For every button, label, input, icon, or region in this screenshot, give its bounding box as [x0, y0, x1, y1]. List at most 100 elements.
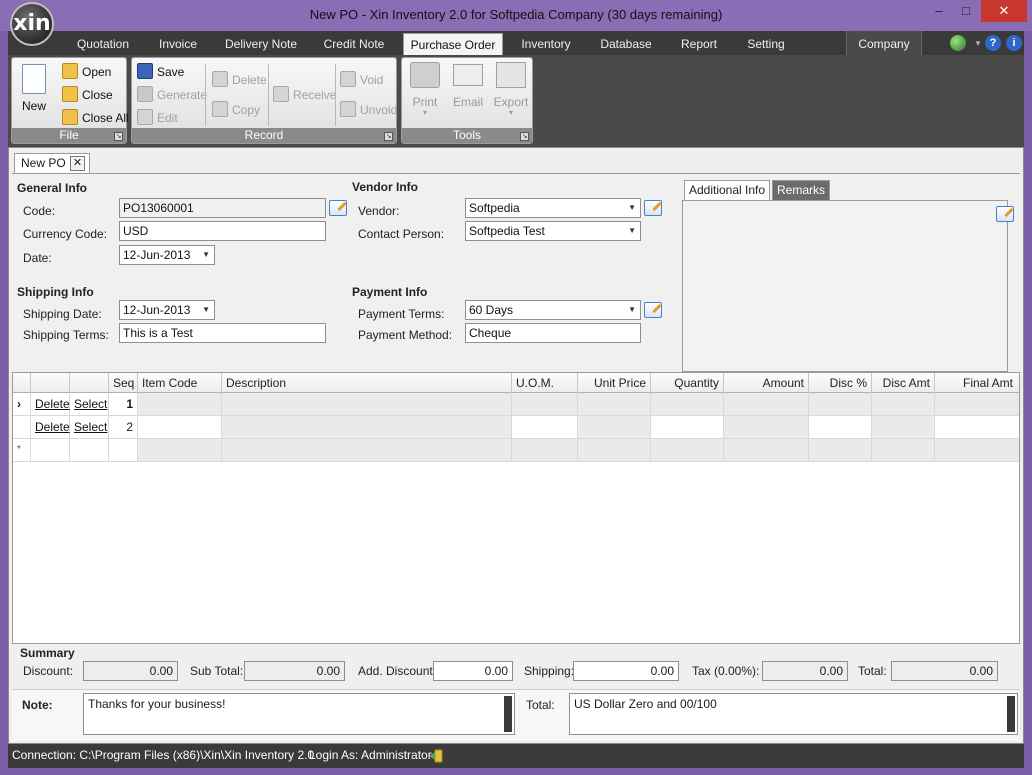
chevron-down-icon[interactable]: ▼ [628, 222, 636, 240]
grid-header-disc-amt[interactable]: Disc Amt [872, 373, 935, 393]
chevron-down-icon[interactable]: ▼ [202, 301, 210, 319]
code-field[interactable]: PO13060001 [119, 198, 326, 218]
save-button[interactable]: Save [137, 62, 184, 82]
row-description-cell[interactable] [222, 393, 512, 415]
row-disc-pct-cell[interactable] [809, 416, 872, 438]
copy-button[interactable]: Copy [212, 100, 260, 120]
tab-setting[interactable]: Setting [738, 31, 794, 55]
maximize-button[interactable]: □ [953, 0, 979, 22]
grid-header-seq[interactable]: Seq [109, 373, 138, 393]
vendor-edit-icon[interactable] [644, 200, 662, 216]
close-icon[interactable]: ✕ [70, 156, 85, 171]
logout-icon[interactable] [428, 748, 444, 763]
payment-method-field[interactable]: Cheque [465, 323, 641, 343]
grid-header-final-amt[interactable]: Final Amt [935, 373, 1017, 393]
grid-header-amount[interactable]: Amount [724, 373, 809, 393]
row-description-cell[interactable] [222, 416, 512, 438]
new-button[interactable]: New [16, 64, 52, 113]
generate-button[interactable]: Generate [137, 85, 207, 105]
total-words-scrollbar[interactable] [1007, 696, 1015, 732]
document-tab-new-po[interactable]: New PO ✕ [14, 153, 90, 173]
row-item-code-cell[interactable] [138, 416, 222, 438]
new-row-item-code-cell[interactable] [138, 439, 222, 461]
void-button[interactable]: Void [340, 70, 383, 90]
xin-logo[interactable]: xin [10, 2, 54, 46]
contact-person-select[interactable]: Softpedia Test ▼ [465, 221, 641, 241]
shipping-field[interactable]: 0.00 [573, 661, 679, 681]
close-all-button[interactable]: Close All [62, 108, 129, 128]
unvoid-button[interactable]: Unvoid [340, 100, 397, 120]
note-scrollbar[interactable] [504, 696, 512, 732]
file-group-launcher-icon[interactable]: ↘ [114, 132, 123, 141]
row-select-link[interactable]: Select [74, 420, 107, 434]
minimize-button[interactable]: – [926, 0, 952, 22]
delete-button[interactable]: Delete [212, 70, 267, 90]
payment-terms-select[interactable]: 60 Days ▼ [465, 300, 641, 320]
row-disc-pct-cell[interactable] [809, 393, 872, 415]
row-unit-price-cell[interactable] [578, 416, 651, 438]
add-discount-field[interactable]: 0.00 [433, 661, 513, 681]
record-group-launcher-icon[interactable]: ↘ [384, 132, 393, 141]
grid-header-uom[interactable]: U.O.M. [512, 373, 578, 393]
grid-header-description[interactable]: Description [222, 373, 512, 393]
row-disc-amt-cell[interactable] [872, 393, 935, 415]
info-icon[interactable]: i [1006, 35, 1022, 51]
receive-button[interactable]: Receive [273, 85, 336, 105]
code-label: Code: [23, 204, 56, 218]
shipping-terms-field[interactable]: This is a Test [119, 323, 326, 343]
tab-additional-info[interactable]: Additional Info [684, 180, 770, 200]
additional-info-edit-icon[interactable] [996, 206, 1014, 222]
open-button[interactable]: Open [62, 62, 111, 82]
row-unit-price-cell[interactable] [578, 393, 651, 415]
row-item-code-cell[interactable] [138, 393, 222, 415]
new-row[interactable]: * [13, 439, 1019, 462]
chevron-down-icon[interactable]: ▼ [628, 301, 636, 319]
vendor-select[interactable]: Softpedia ▼ [465, 198, 641, 218]
tab-remarks[interactable]: Remarks [772, 180, 830, 200]
shipping-date-picker[interactable]: 12-Jun-2013 ▼ [119, 300, 215, 320]
row-delete-link[interactable]: Delete [35, 397, 70, 411]
row-delete-link[interactable]: Delete [35, 420, 70, 434]
export-button[interactable]: Export ▾ [491, 62, 531, 117]
grid-header-unit-price[interactable]: Unit Price [578, 373, 651, 393]
tab-inventory[interactable]: Inventory [513, 31, 579, 55]
row-disc-amt-cell[interactable] [872, 416, 935, 438]
payment-terms-edit-icon[interactable] [644, 302, 662, 318]
tab-quotation[interactable]: Quotation [70, 31, 136, 55]
row-indicator [13, 416, 31, 438]
globe-icon[interactable] [950, 35, 966, 51]
tab-database[interactable]: Database [593, 31, 659, 55]
chevron-down-icon[interactable]: ▼ [628, 199, 636, 217]
close-button[interactable]: Close [62, 85, 113, 105]
row-uom-cell[interactable] [512, 416, 578, 438]
table-row[interactable]: › Delete Select 1 [13, 393, 1019, 416]
tab-delivery-note[interactable]: Delivery Note [220, 31, 302, 55]
chevron-down-icon[interactable]: ▼ [202, 246, 210, 264]
help-icon[interactable]: ? [985, 35, 1001, 51]
row-select-link[interactable]: Select [74, 397, 107, 411]
tab-credit-note[interactable]: Credit Note [316, 31, 392, 55]
row-quantity-cell[interactable] [651, 416, 724, 438]
tab-report[interactable]: Report [672, 31, 726, 55]
note-field[interactable]: Thanks for your business! [83, 693, 515, 735]
grid-header-disc-pct[interactable]: Disc % [809, 373, 872, 393]
grid-header-item-code[interactable]: Item Code [138, 373, 222, 393]
row-quantity-cell[interactable] [651, 393, 724, 415]
chevron-down-icon[interactable]: ▾ [970, 35, 986, 51]
code-edit-icon[interactable] [329, 200, 347, 216]
tab-invoice[interactable]: Invoice [148, 31, 208, 55]
tools-group-launcher-icon[interactable]: ↘ [520, 132, 529, 141]
tab-company[interactable]: Company [846, 31, 922, 55]
record-separator [268, 64, 269, 126]
row-uom-cell[interactable] [512, 393, 578, 415]
grid-header-quantity[interactable]: Quantity [651, 373, 724, 393]
table-row[interactable]: Delete Select 2 [13, 416, 1019, 439]
email-button[interactable]: Email [449, 62, 487, 109]
edit-button[interactable]: Edit [137, 108, 178, 128]
close-window-button[interactable]: ✕ [981, 0, 1027, 22]
tab-purchase-order[interactable]: Purchase Order [403, 33, 503, 55]
document-area: New PO ✕ General Info Code: PO13060001 C… [8, 147, 1024, 744]
date-picker[interactable]: 12-Jun-2013 ▼ [119, 245, 215, 265]
print-button[interactable]: Print ▾ [406, 62, 444, 117]
currency-code-field[interactable]: USD [119, 221, 326, 241]
